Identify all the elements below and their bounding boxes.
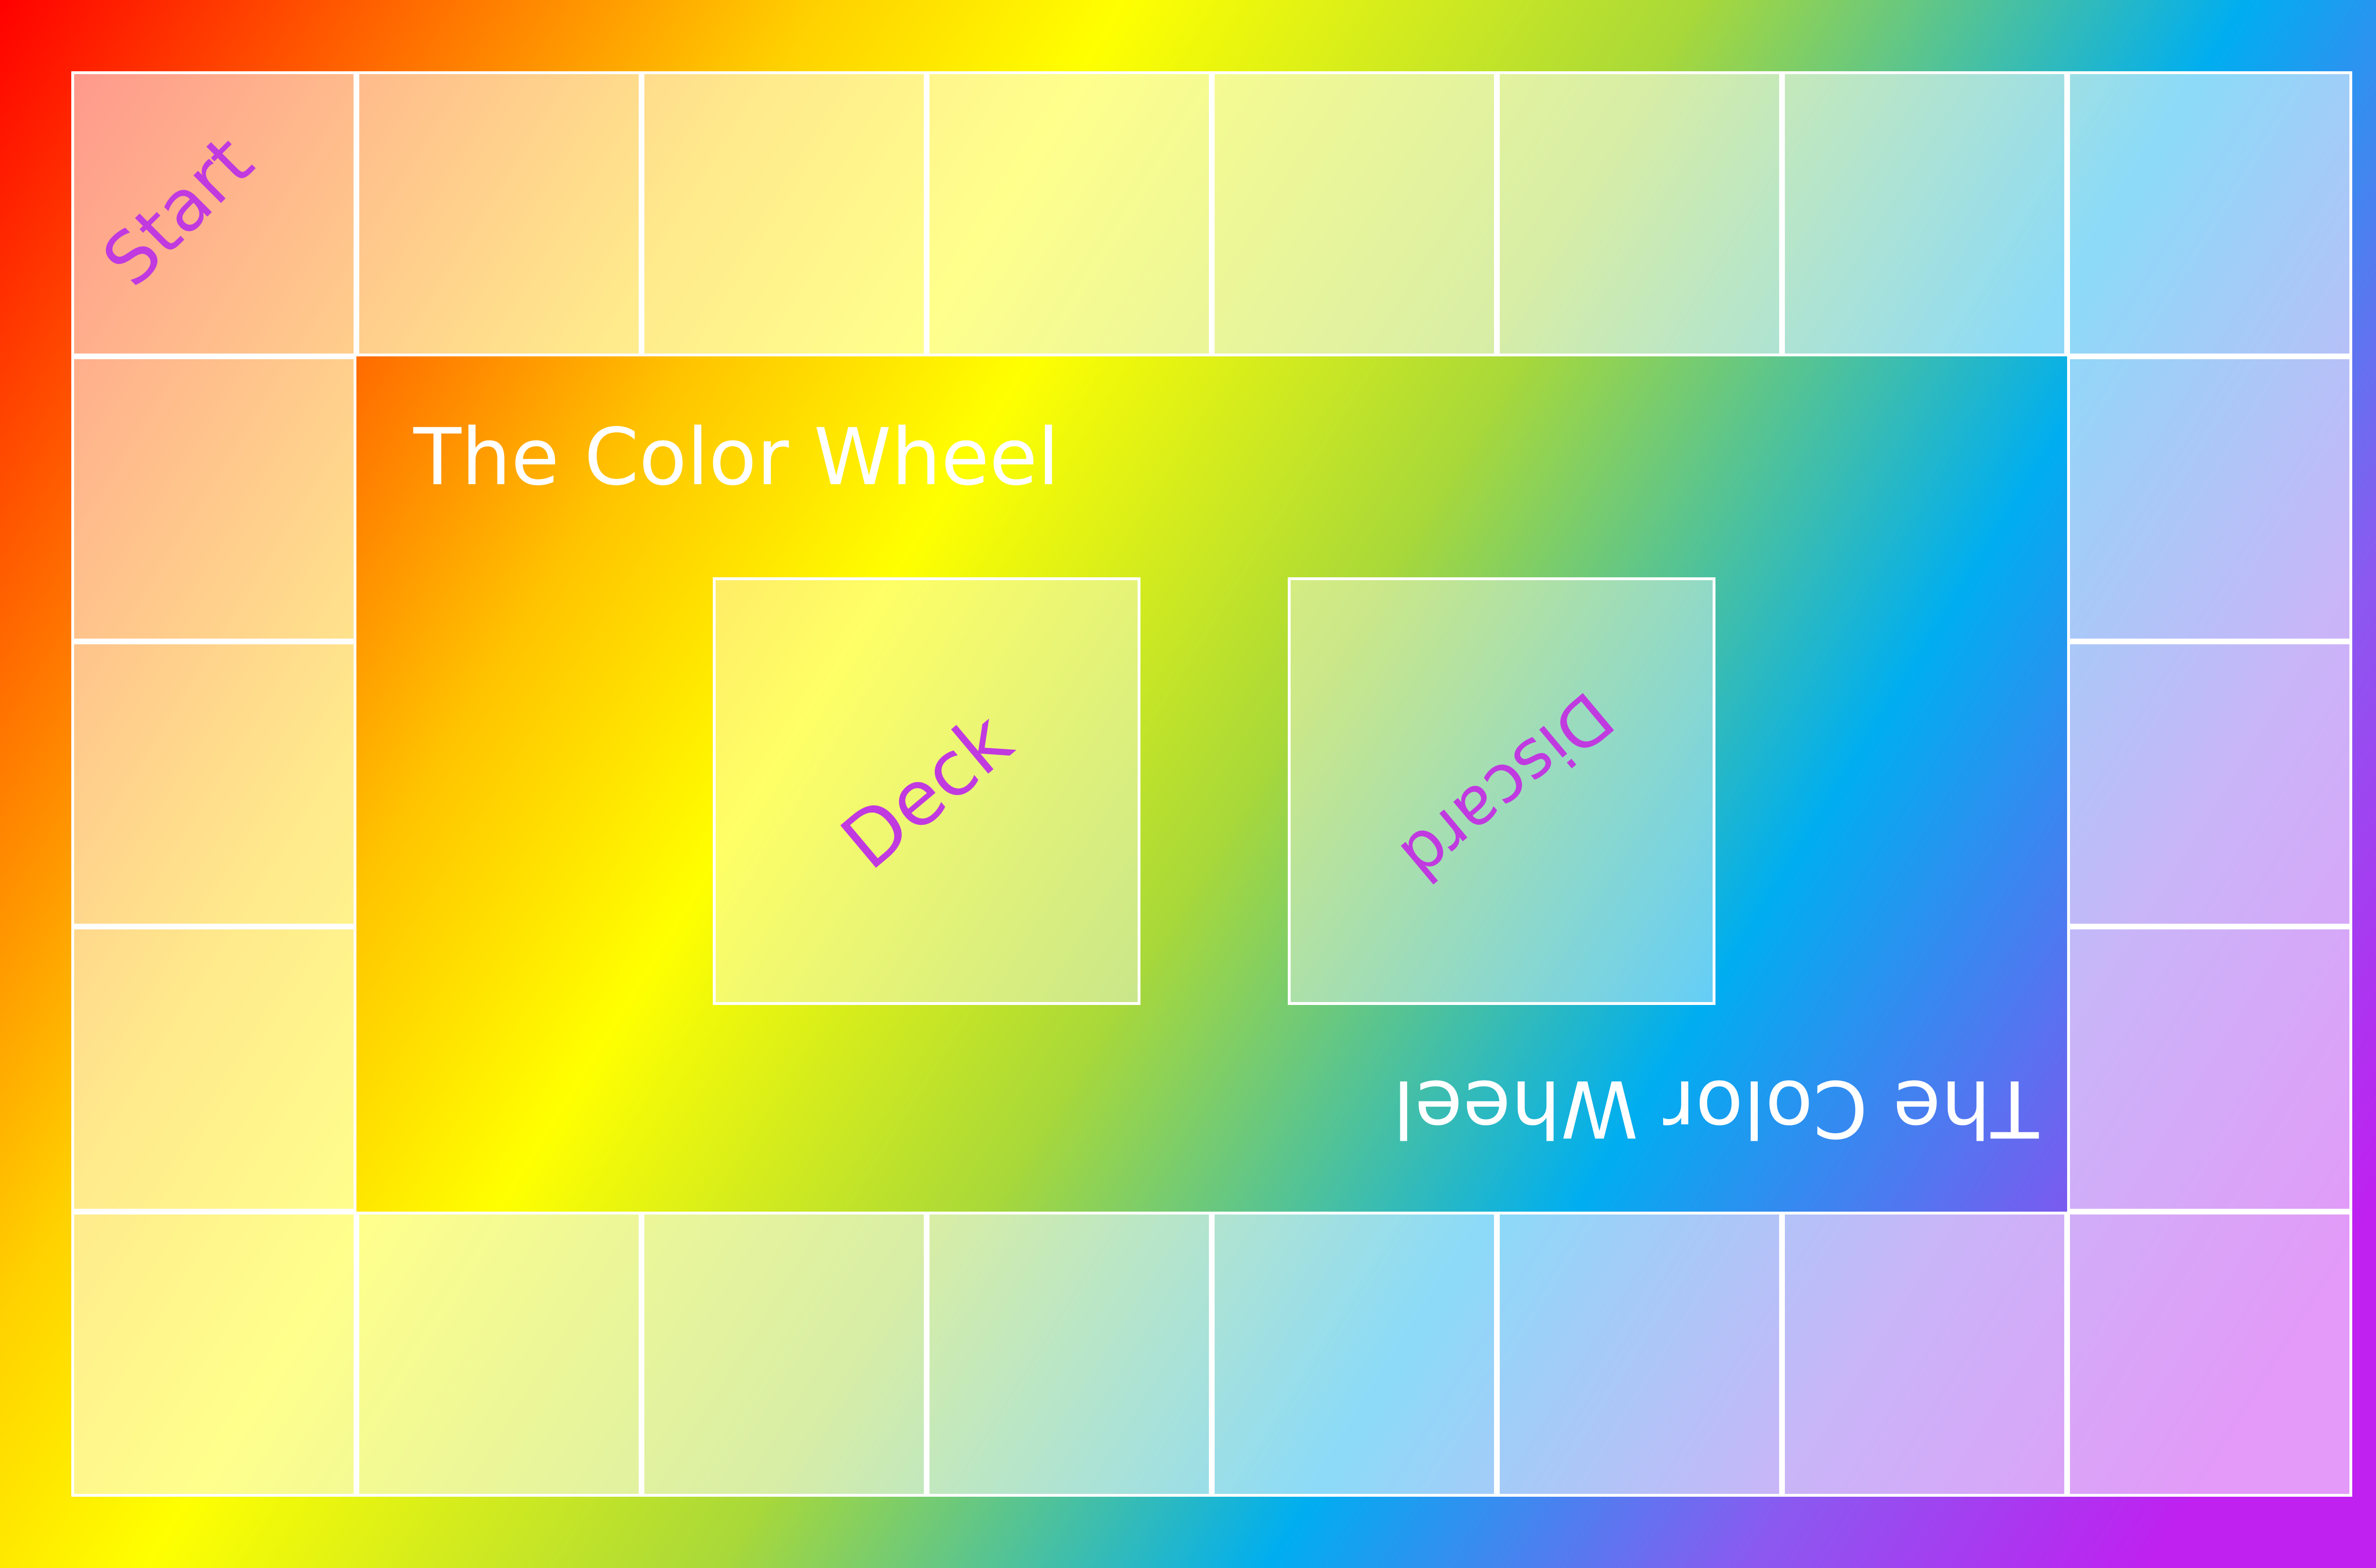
board-space[interactable] — [927, 71, 1212, 356]
board-space[interactable] — [71, 927, 356, 1212]
board-title-top: The Color Wheel — [413, 411, 1060, 503]
board-space[interactable] — [2067, 1212, 2352, 1497]
board-space[interactable] — [642, 71, 927, 356]
board-space[interactable] — [1212, 71, 1497, 356]
board-space[interactable] — [2067, 356, 2352, 641]
board-space[interactable] — [1497, 71, 1782, 356]
board-space[interactable] — [642, 1212, 927, 1497]
board-space[interactable] — [1497, 1212, 1782, 1497]
board-space[interactable] — [71, 641, 356, 927]
board-space[interactable] — [71, 1212, 356, 1497]
board-space[interactable] — [356, 1212, 642, 1497]
board-space[interactable] — [356, 71, 642, 356]
board-space[interactable] — [71, 356, 356, 641]
board-space[interactable] — [1782, 71, 2067, 356]
board-space[interactable] — [1782, 1212, 2067, 1497]
board-space[interactable] — [1212, 1212, 1497, 1497]
board-space[interactable] — [927, 1212, 1212, 1497]
board-space[interactable] — [2067, 71, 2352, 356]
board-space[interactable] — [2067, 641, 2352, 927]
board-space[interactable] — [2067, 927, 2352, 1212]
board-title-bottom: The Color Wheel — [1392, 1063, 2039, 1154]
